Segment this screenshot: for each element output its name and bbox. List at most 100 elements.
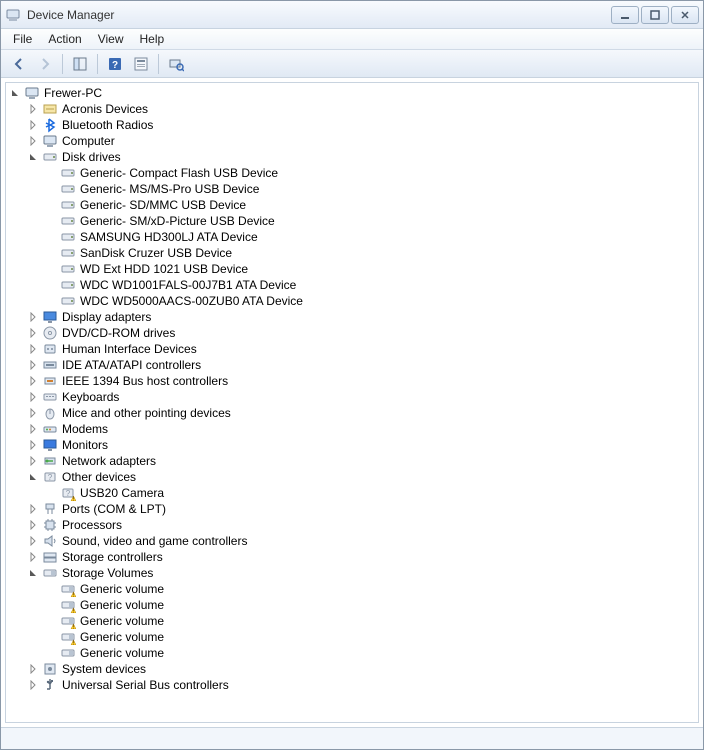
expand-icon[interactable] (26, 310, 40, 324)
tree-node[interactable]: Network adapters (8, 453, 696, 469)
computer-icon (24, 85, 40, 101)
menu-help[interactable]: Help (132, 30, 173, 48)
expand-icon[interactable] (26, 134, 40, 148)
expand-icon[interactable] (26, 454, 40, 468)
collapse-icon[interactable] (26, 566, 40, 580)
tree-node[interactable]: Universal Serial Bus controllers (8, 677, 696, 693)
expand-icon[interactable] (26, 406, 40, 420)
expand-icon[interactable] (26, 342, 40, 356)
tree-node[interactable]: Generic- SM/xD-Picture USB Device (8, 213, 696, 229)
maximize-button[interactable] (641, 6, 669, 24)
back-button[interactable] (7, 53, 31, 75)
tree-node[interactable]: Acronis Devices (8, 101, 696, 117)
tree-node[interactable]: Display adapters (8, 309, 696, 325)
tree-node[interactable]: SAMSUNG HD300LJ ATA Device (8, 229, 696, 245)
tree-node[interactable]: Computer (8, 133, 696, 149)
minimize-button[interactable] (611, 6, 639, 24)
menu-file[interactable]: File (5, 30, 40, 48)
tree-node[interactable]: Modems (8, 421, 696, 437)
tree-node[interactable]: Generic- MS/MS-Pro USB Device (8, 181, 696, 197)
expand-icon[interactable] (26, 374, 40, 388)
tree-node[interactable]: Frewer-PC (8, 85, 696, 101)
tree-node[interactable]: Generic- SD/MMC USB Device (8, 197, 696, 213)
collapse-icon[interactable] (8, 86, 22, 100)
disk-icon (60, 293, 76, 309)
tree-node[interactable]: Ports (COM & LPT) (8, 501, 696, 517)
expand-icon[interactable] (26, 422, 40, 436)
tree-node[interactable]: DVD/CD-ROM drives (8, 325, 696, 341)
tree-node[interactable]: WDC WD5000AACS-00ZUB0 ATA Device (8, 293, 696, 309)
collapse-icon[interactable] (26, 150, 40, 164)
tree-node[interactable]: Generic- Compact Flash USB Device (8, 165, 696, 181)
tree-node[interactable]: Human Interface Devices (8, 341, 696, 357)
other-icon: ? (42, 469, 58, 485)
tree-node[interactable]: IEEE 1394 Bus host controllers (8, 373, 696, 389)
disk-icon (60, 245, 76, 261)
tree-node[interactable]: SanDisk Cruzer USB Device (8, 245, 696, 261)
tree-node[interactable]: Generic volume (8, 645, 696, 661)
device-manager-window: Device Manager File Action View Help (0, 0, 704, 750)
tree-node[interactable]: !Generic volume (8, 629, 696, 645)
monitor-icon (42, 437, 58, 453)
tree-node[interactable]: Disk drives (8, 149, 696, 165)
tree-node[interactable]: Bluetooth Radios (8, 117, 696, 133)
tree-node-label: Computer (62, 134, 115, 148)
tree-node[interactable]: ?Other devices (8, 469, 696, 485)
system-icon (42, 661, 58, 677)
help-button[interactable]: ? (103, 53, 127, 75)
mouse-icon (42, 405, 58, 421)
expand-icon[interactable] (26, 662, 40, 676)
forward-button[interactable] (33, 53, 57, 75)
tree-node[interactable]: Storage Volumes (8, 565, 696, 581)
expand-icon[interactable] (26, 534, 40, 548)
tree-node-label: Storage controllers (62, 550, 163, 564)
properties-button[interactable] (129, 53, 153, 75)
tree-node[interactable]: System devices (8, 661, 696, 677)
tree-node[interactable]: WDC WD1001FALS-00J7B1 ATA Device (8, 277, 696, 293)
tree-node[interactable]: ?!USB20 Camera (8, 485, 696, 501)
tree-node[interactable]: !Generic volume (8, 613, 696, 629)
tree-node[interactable]: !Generic volume (8, 597, 696, 613)
expand-icon[interactable] (26, 550, 40, 564)
tree-node-label: Frewer-PC (44, 86, 102, 100)
tree-node[interactable]: IDE ATA/ATAPI controllers (8, 357, 696, 373)
expand-icon[interactable] (26, 438, 40, 452)
menu-view[interactable]: View (90, 30, 132, 48)
tree-node-label: WD Ext HDD 1021 USB Device (80, 262, 248, 276)
volume-icon: ! (60, 581, 76, 597)
disk-icon (60, 213, 76, 229)
tree-node[interactable]: Mice and other pointing devices (8, 405, 696, 421)
content-area: Frewer-PCAcronis DevicesBluetooth Radios… (1, 78, 703, 727)
tree-node-label: Generic volume (80, 614, 164, 628)
expand-icon[interactable] (26, 390, 40, 404)
volume-icon (60, 645, 76, 661)
tree-node-label: USB20 Camera (80, 486, 164, 500)
scan-hardware-button[interactable] (164, 53, 188, 75)
disk-icon (60, 277, 76, 293)
expand-icon[interactable] (26, 118, 40, 132)
menu-action[interactable]: Action (40, 30, 89, 48)
expand-icon[interactable] (26, 678, 40, 692)
computer-icon (42, 133, 58, 149)
expand-icon[interactable] (26, 326, 40, 340)
disk-icon (60, 181, 76, 197)
window-buttons (611, 6, 699, 24)
expand-icon[interactable] (26, 102, 40, 116)
tree-node[interactable]: Processors (8, 517, 696, 533)
collapse-icon[interactable] (26, 470, 40, 484)
tree-node[interactable]: Keyboards (8, 389, 696, 405)
close-button[interactable] (671, 6, 699, 24)
expand-icon[interactable] (26, 518, 40, 532)
tree-node[interactable]: WD Ext HDD 1021 USB Device (8, 261, 696, 277)
tree-node[interactable]: Storage controllers (8, 549, 696, 565)
tree-node[interactable]: Monitors (8, 437, 696, 453)
tree-node-label: SAMSUNG HD300LJ ATA Device (80, 230, 258, 244)
tree-node-label: Modems (62, 422, 108, 436)
expand-icon[interactable] (26, 502, 40, 516)
tree-node[interactable]: Sound, video and game controllers (8, 533, 696, 549)
expand-icon[interactable] (26, 358, 40, 372)
tree-node[interactable]: !Generic volume (8, 581, 696, 597)
modem-icon (42, 421, 58, 437)
show-hide-tree-button[interactable] (68, 53, 92, 75)
device-tree[interactable]: Frewer-PCAcronis DevicesBluetooth Radios… (5, 82, 699, 723)
